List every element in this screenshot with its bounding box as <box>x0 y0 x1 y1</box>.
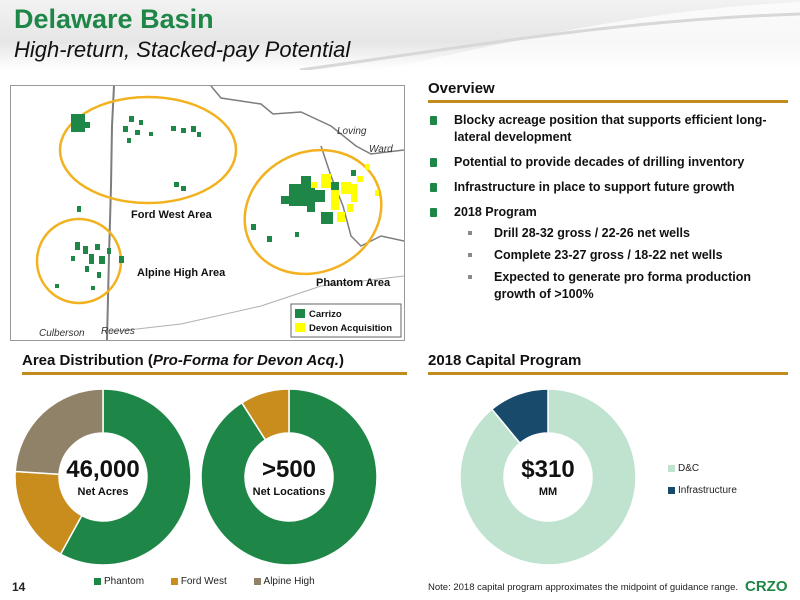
page-title: Delaware Basin <box>14 4 214 34</box>
legend-item-dc: D&C <box>668 458 737 480</box>
alpine-high-label: Alpine High Area <box>137 267 226 279</box>
overview-bullets: Blocky acreage position that supports ef… <box>428 112 788 308</box>
bullet-text: Blocky acreage position that supports ef… <box>454 113 767 144</box>
bullet-text: Potential to provide decades of drilling… <box>454 155 745 169</box>
header-banner: Delaware Basin High-return, Stacked-pay … <box>0 0 800 70</box>
bullet-item: Infrastructure in place to support futur… <box>428 179 788 196</box>
phantom-label: Phantom Area <box>316 277 391 289</box>
capital-value: $310 <box>521 456 575 483</box>
bullet-text: Infrastructure in place to support futur… <box>454 180 735 194</box>
legend-label: D&C <box>678 463 700 474</box>
legend-swatch-devon <box>295 323 305 332</box>
map-canvas: Loving Ward Ford West Area Alpine High A… <box>35 86 404 340</box>
legend-label: Ford West <box>180 576 227 587</box>
bullet-icon <box>430 116 437 125</box>
area-title-suffix: ) <box>338 352 344 369</box>
legend-devon-label: Devon Acquisition <box>309 323 392 334</box>
area-title-italic: Pro-Forma for Devon Acq. <box>152 352 339 369</box>
county-line-west <box>106 86 115 340</box>
page-number: 14 <box>12 580 26 594</box>
bullet-item: Potential to provide decades of drilling… <box>428 154 788 171</box>
area-title-prefix: Area Distribution ( <box>22 352 153 369</box>
legend-swatch <box>253 577 261 585</box>
sub-bullet-icon <box>468 253 472 257</box>
legend-label: Phantom <box>104 576 145 587</box>
delaware-basin-map: Loving Ward Ford West Area Alpine High A… <box>10 85 405 341</box>
sub-bullet-icon <box>468 231 472 235</box>
legend-label: Infrastructure <box>678 485 737 496</box>
capital-program-rule <box>428 372 788 375</box>
legend-label: Alpine High <box>263 576 315 587</box>
capital-unit: MM <box>538 486 558 498</box>
footnote: Note: 2018 capital program approximates … <box>428 582 738 593</box>
phantom-acreage-carrizo <box>251 170 356 242</box>
sub-bullet-icon <box>468 275 472 279</box>
bullet-item: Blocky acreage position that supports ef… <box>428 112 788 146</box>
sub-bullet-text: Expected to generate pro forma productio… <box>494 270 751 301</box>
area-distribution-rule <box>22 372 407 375</box>
bullet-icon <box>430 158 437 167</box>
bullet-icon <box>430 208 437 217</box>
sub-bullet-item: Drill 28-32 gross / 22-26 net wells <box>428 225 788 242</box>
ward-label: Ward <box>369 144 393 155</box>
sub-bullet-text: Drill 28-32 gross / 22-26 net wells <box>494 226 690 240</box>
legend-swatch <box>170 577 178 585</box>
sub-bullet-item: Expected to generate pro forma productio… <box>428 269 788 303</box>
capital-program-title: 2018 Capital Program <box>428 352 582 369</box>
loving-label: Loving <box>337 126 367 137</box>
company-logo: CRZO <box>745 578 788 595</box>
legend-carrizo-label: Carrizo <box>309 309 342 320</box>
capital-legend: D&C Infrastructure <box>668 458 737 502</box>
legend-item-infrastructure: Infrastructure <box>668 480 737 502</box>
legend-swatch-carrizo <box>295 309 305 318</box>
net-locations-value: >500 <box>261 456 317 483</box>
ford-west-label: Ford West Area <box>131 209 213 221</box>
legend-swatch <box>668 464 675 472</box>
culberson-label: Culberson <box>39 328 85 339</box>
ford-west-acreage <box>71 114 201 212</box>
legend-swatch <box>94 577 101 585</box>
area-legend: Phantom Ford West Alpine High <box>94 576 315 587</box>
bullet-icon <box>430 183 437 192</box>
bullet-item: 2018 Program <box>428 204 788 221</box>
net-acres-label: Net Acres <box>77 486 129 498</box>
overview-title: Overview <box>428 80 495 97</box>
page-subtitle: High-return, Stacked-pay Potential <box>14 37 351 62</box>
sub-bullet-item: Complete 23-27 gross / 18-22 net wells <box>428 247 788 264</box>
reeves-label: Reeves <box>101 326 135 337</box>
net-locations-label: Net Locations <box>252 486 326 498</box>
ford-west-ellipse <box>58 95 238 205</box>
legend-item-alpine-high: Alpine High <box>253 576 315 587</box>
net-acres-value: 46,000 <box>66 456 140 483</box>
overview-rule <box>428 100 788 103</box>
legend-item-ford-west: Ford West <box>170 576 227 587</box>
sub-bullet-text: Complete 23-27 gross / 18-22 net wells <box>494 248 723 262</box>
legend-swatch <box>668 486 675 494</box>
area-distribution-title: Area Distribution (Pro-Forma for Devon A… <box>22 352 344 369</box>
bullet-text: 2018 Program <box>454 205 537 219</box>
legend-item-phantom: Phantom <box>94 576 144 587</box>
